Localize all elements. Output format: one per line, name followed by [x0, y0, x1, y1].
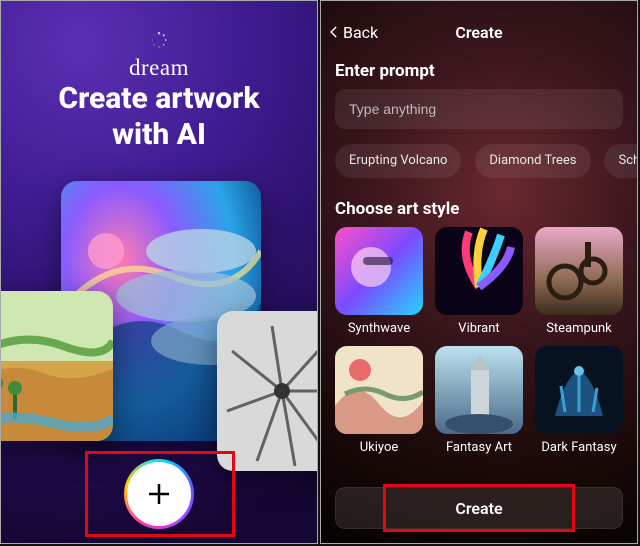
create-fab[interactable] [124, 459, 194, 529]
style-tile-vibrant[interactable]: Vibrant [435, 227, 523, 336]
gallery-card [0, 291, 113, 441]
headline-line-1: Create artwork [1, 81, 317, 117]
style-label: Synthwave [335, 321, 423, 336]
nav-title: Create [455, 23, 502, 42]
style-label: Dark Fantasy [535, 440, 623, 455]
headline-line-2: with AI [1, 117, 317, 153]
suggestion-chip[interactable]: Diamond Trees [475, 144, 590, 178]
prompt-section-title: Enter prompt [335, 61, 435, 81]
back-button[interactable]: Back [327, 15, 378, 49]
suggestion-chip[interactable]: Erupting Volcano [335, 144, 461, 178]
gallery-card [217, 311, 318, 471]
suggestion-chip[interactable]: Sch [604, 144, 637, 178]
create-button-label: Create [455, 499, 502, 518]
style-section-title: Choose art style [335, 199, 459, 219]
prompt-input[interactable] [335, 89, 623, 129]
headline: Create artwork with AI [1, 81, 317, 153]
spinner-icon [150, 31, 168, 49]
style-label: Steampunk [535, 321, 623, 336]
chevron-left-icon [327, 23, 341, 41]
create-fab-inner [127, 462, 191, 526]
style-tile-fantasy-art[interactable]: Fantasy Art [435, 346, 523, 455]
style-grid: Synthwave Vibrant Steampunk Ukiyoe Fanta… [335, 227, 623, 455]
brand-lockup: dream [1, 31, 317, 81]
plus-icon [144, 479, 174, 509]
screen-create: Back Create Enter prompt Erupting Volcan… [320, 0, 638, 544]
create-button[interactable]: Create [335, 487, 623, 529]
screen-home: dream Create artwork with AI [0, 0, 318, 544]
style-tile-dark-fantasy[interactable]: Dark Fantasy [535, 346, 623, 455]
brand-name: dream [1, 55, 317, 81]
nav-bar: Back Create [321, 15, 637, 49]
style-tile-ukiyoe[interactable]: Ukiyoe [335, 346, 423, 455]
style-tile-synthwave[interactable]: Synthwave [335, 227, 423, 336]
style-label: Fantasy Art [435, 440, 523, 455]
back-label: Back [343, 23, 378, 42]
style-tile-steampunk[interactable]: Steampunk [535, 227, 623, 336]
style-label: Ukiyoe [335, 440, 423, 455]
style-label: Vibrant [435, 321, 523, 336]
prompt-suggestions: Erupting Volcano Diamond Trees Sch [335, 144, 637, 178]
